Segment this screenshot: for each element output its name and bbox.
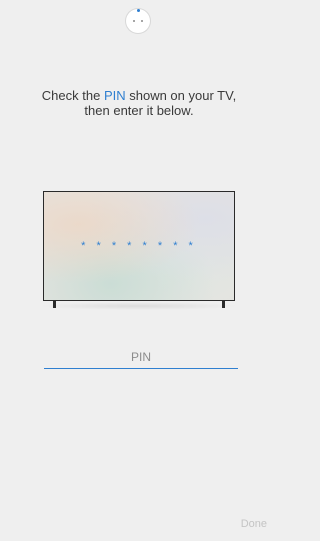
tv-illustration: * * * * * * * * — [43, 191, 235, 301]
done-button[interactable]: Done — [241, 518, 267, 530]
pin-mask: * * * * * * * * — [81, 240, 197, 252]
icon-dot — [141, 20, 143, 22]
tv-shadow — [38, 302, 240, 310]
instruction-line-2: then enter it below. — [84, 103, 194, 118]
pin-input[interactable] — [44, 345, 238, 369]
connection-indicator — [137, 9, 140, 12]
instruction-prefix: Check the — [41, 88, 104, 103]
instruction-text: Check the PIN shown on your TV, then ent… — [0, 88, 278, 118]
device-connect-icon — [126, 9, 150, 33]
icon-dot — [133, 20, 135, 22]
tv-stand-left — [53, 301, 56, 308]
pin-highlight: PIN — [103, 88, 126, 103]
instruction-line-1: Check the PIN shown on your TV, — [0, 88, 278, 103]
instruction-suffix: shown on your TV, — [125, 88, 237, 103]
tv-stand-right — [222, 301, 225, 308]
